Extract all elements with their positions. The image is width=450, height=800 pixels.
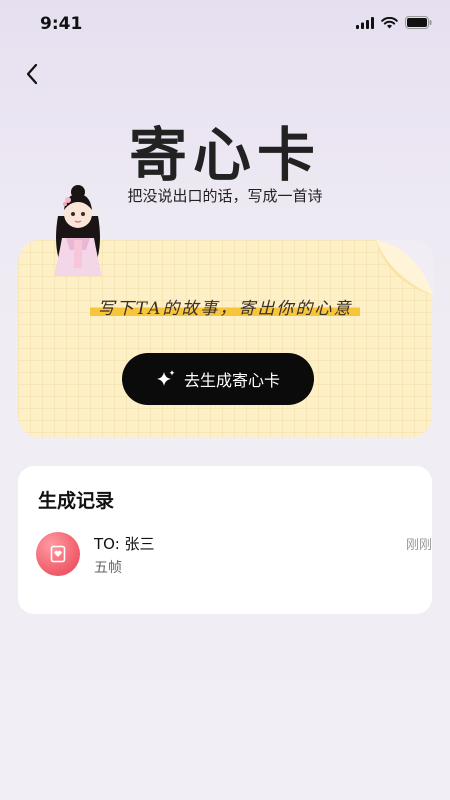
generate-button-label: 去生成寄心卡 <box>183 371 280 390</box>
signal-icon <box>356 16 374 29</box>
status-icons <box>356 16 432 29</box>
record-time: 刚刚 <box>405 538 432 553</box>
sparkle-icon <box>156 370 175 386</box>
girl-illustration <box>54 185 102 276</box>
status-time: 9:41 <box>40 14 83 34</box>
battery-icon <box>405 16 432 29</box>
generate-card-button[interactable]: 去生成寄心卡 <box>122 353 314 405</box>
page-curl-decoration <box>376 240 434 298</box>
slogan-wrap: 写下TA的故事，寄出你的心意 <box>0 294 450 319</box>
records-card: 生成记录 TO: 张三 五帧 刚刚 <box>18 466 432 614</box>
record-item[interactable]: TO: 张三 五帧 刚刚 <box>36 532 432 580</box>
records-title: 生成记录 <box>38 490 115 512</box>
wifi-icon <box>381 16 398 28</box>
record-recipient: TO: 张三 <box>94 535 155 553</box>
status-bar: 9:41 <box>0 0 450 50</box>
back-arrow-icon <box>26 63 38 85</box>
back-button[interactable] <box>18 60 46 88</box>
record-avatar <box>36 532 80 576</box>
card-heart-icon <box>50 545 66 563</box>
record-frames: 五帧 <box>94 560 122 576</box>
card-slogan: 写下TA的故事，寄出你的心意 <box>89 294 361 319</box>
